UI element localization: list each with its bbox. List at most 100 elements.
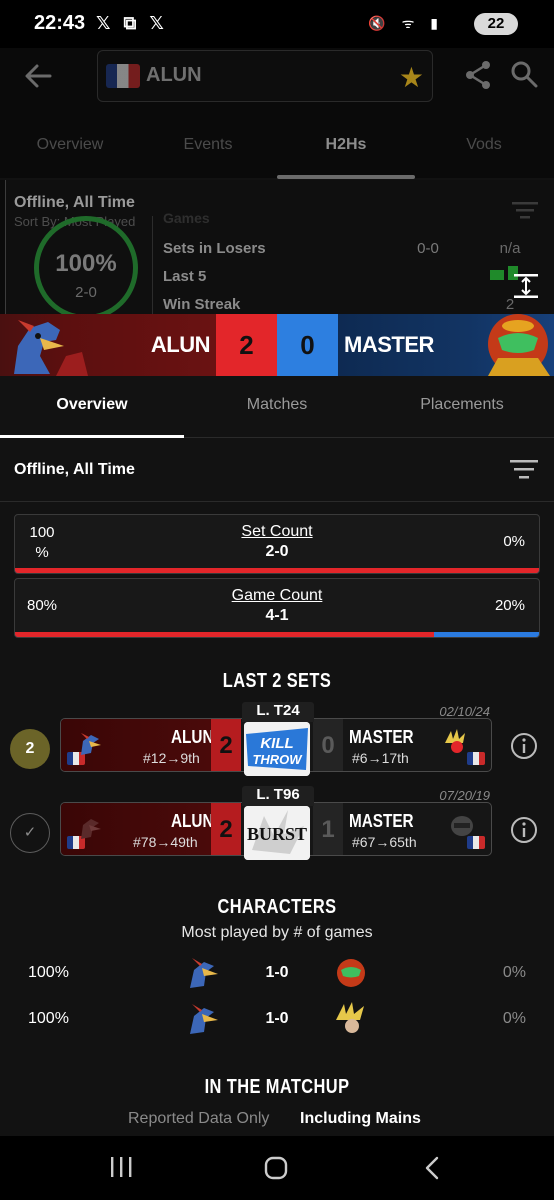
france-flag-icon	[467, 752, 485, 765]
set-count-label[interactable]: Set Count	[15, 523, 539, 541]
set-seed-badge: 2	[10, 729, 50, 769]
subtab-matches[interactable]: Matches	[185, 396, 369, 414]
set-player-right: MASTER	[349, 727, 414, 747]
stat-label-sets-in-losers: Sets in Losers	[163, 240, 266, 257]
favorite-star-icon[interactable]: ★	[399, 61, 424, 94]
set-count-value: 2-0	[265, 543, 289, 560]
cloud-icon	[445, 729, 465, 753]
win-rate-record: 2-0	[75, 284, 97, 301]
falco-icon	[81, 733, 101, 755]
samus-icon	[337, 959, 365, 987]
toggle-including-mains[interactable]: Including Mains	[300, 1110, 421, 1128]
set-seed-right: #6→17th	[352, 750, 409, 766]
back-nav-icon[interactable]	[424, 1156, 440, 1180]
status-time: 22:43	[34, 12, 86, 34]
last-sets-heading: LAST 2 SETS	[222, 670, 332, 692]
filter-row[interactable]: Offline, All Time	[0, 438, 554, 502]
system-nav-bar	[0, 1136, 554, 1200]
svg-text:THROW: THROW	[252, 752, 303, 767]
character-row[interactable]: 100% 1-0 0%	[0, 1000, 554, 1040]
recent-apps-icon[interactable]	[108, 1156, 134, 1178]
set-score-right: 1	[313, 803, 343, 855]
set-seed-right: #67→65th	[352, 834, 417, 850]
tab-h2hs[interactable]: H2Hs	[286, 136, 406, 154]
set-seed-left: #12→9th	[143, 750, 200, 766]
banner-score-right: 0	[277, 314, 338, 376]
info-icon[interactable]	[510, 732, 538, 760]
banner-player-left: ALUN	[150, 332, 211, 357]
tab-indicator	[277, 175, 415, 179]
background-filter-title: Offline, All Time	[14, 194, 135, 211]
set-score-left: 2	[211, 719, 241, 771]
falco-portrait-icon	[14, 320, 88, 376]
system-icons: 🔇 ᯤ ▮	[368, 15, 444, 31]
player-name: ALUN	[146, 64, 202, 86]
subtab-placements[interactable]: Placements	[370, 396, 554, 414]
char-record: 1-0	[265, 1010, 289, 1027]
banner-score-left: 2	[216, 314, 277, 376]
char-right-pct: 0%	[502, 1010, 526, 1027]
subtab-overview[interactable]: Overview	[0, 396, 184, 414]
info-icon[interactable]	[510, 816, 538, 844]
game-count-bar	[15, 632, 539, 637]
expand-vertical-icon[interactable]	[512, 272, 540, 300]
stat-label-win-streak: Win Streak	[163, 296, 241, 313]
matchup-heading: IN THE MATCHUP	[204, 1076, 350, 1098]
status-bar: 22:43 𝕏 ⧉ 𝕏 🔇 ᯤ ▮ 22	[0, 0, 554, 48]
set-round: L. T96	[242, 786, 314, 806]
set-date: 07/20/19	[439, 788, 490, 803]
top-tabs: Overview Events H2Hs Vods	[0, 130, 554, 176]
filter-title: Offline, All Time	[14, 461, 135, 478]
background-stats-panel: Offline, All Time Sort By: Most Played G…	[0, 180, 554, 316]
tab-events[interactable]: Events	[148, 136, 268, 154]
falco-dark-icon	[81, 819, 101, 839]
back-arrow-icon[interactable]	[22, 60, 54, 92]
france-flag-icon	[106, 64, 140, 88]
moment-kill-throw-icon: KILL THROW	[244, 722, 310, 776]
matchup-toggle: Reported Data Only Including Mains	[0, 1108, 554, 1132]
char-record: 1-0	[265, 964, 289, 981]
set-count-card[interactable]: 100 % Set Count 2-0 0%	[14, 514, 540, 574]
svg-text:KILL: KILL	[260, 735, 293, 752]
background-sort-icon	[512, 202, 538, 219]
search-icon[interactable]	[510, 60, 538, 88]
character-row[interactable]: 100% 1-0 0%	[0, 954, 554, 994]
set-check-badge: ✓	[10, 813, 50, 853]
set-score-left: 2	[211, 803, 241, 855]
player-search-bar[interactable]: ALUN ★	[97, 50, 433, 102]
moment-burst-icon: BURST	[244, 806, 310, 860]
char-right-pct: 0%	[502, 964, 526, 981]
app-header: ALUN ★ Overview Events H2Hs Vods	[0, 48, 554, 179]
set-score-right: 0	[313, 719, 343, 771]
set-count-right-pct: 0%	[503, 533, 525, 550]
game-count-label[interactable]: Game Count	[15, 587, 539, 605]
toggle-reported-data-only[interactable]: Reported Data Only	[128, 1110, 269, 1128]
game-count-value: 4-1	[265, 607, 289, 624]
stat-value-sets-in-losers: 0-0	[417, 240, 439, 257]
h2h-sub-tabs: Overview Matches Placements	[0, 376, 554, 438]
set-seed-left: #78→49th	[133, 834, 198, 850]
set-player-left: ALUN	[171, 727, 214, 747]
samus-portrait-icon	[488, 314, 550, 376]
game-count-card[interactable]: 80% Game Count 4-1 20%	[14, 578, 540, 638]
set-player-left: ALUN	[171, 811, 214, 831]
background-header-hint: Games	[163, 210, 210, 226]
stat-extra-sets-in-losers: n/a	[499, 240, 521, 257]
win-rate-percent: 100%	[55, 250, 117, 277]
set-row[interactable]: 2 02/10/24 ALUN #12→9th 2 0 MASTER #6→17…	[0, 702, 554, 778]
set-count-bar	[15, 568, 539, 573]
share-icon[interactable]	[464, 60, 492, 90]
battery-indicator: 22	[474, 13, 518, 35]
sort-filter-icon[interactable]	[510, 460, 538, 480]
game-count-bar-fill	[15, 632, 435, 637]
tab-vods[interactable]: Vods	[424, 136, 544, 154]
home-icon[interactable]	[264, 1156, 288, 1180]
set-player-right: MASTER	[349, 811, 414, 831]
background-divider	[152, 216, 153, 316]
h2h-banner: ALUN 2 0 MASTER	[0, 314, 554, 376]
characters-subtitle: Most played by # of games	[181, 924, 373, 941]
set-row[interactable]: ✓ 07/20/19 ALUN #78→49th 2 1 MASTER #67→…	[0, 786, 554, 862]
svg-text:BURST: BURST	[247, 824, 307, 844]
tab-overview[interactable]: Overview	[10, 136, 130, 154]
stat-label-last-5: Last 5	[163, 268, 207, 285]
